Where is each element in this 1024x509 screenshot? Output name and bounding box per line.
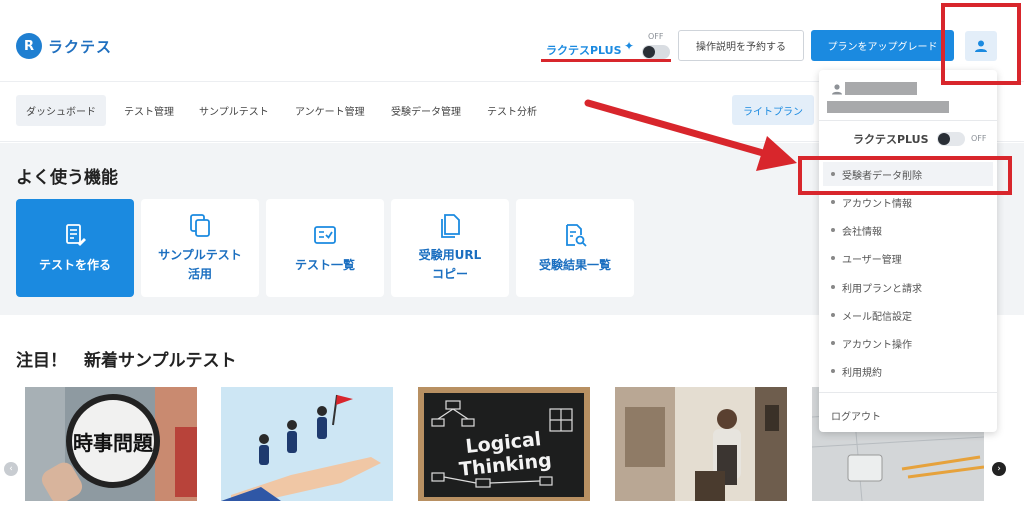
- create-test-label: テストを作る: [38, 257, 111, 272]
- annotation-box-menu-item: [798, 156, 1012, 195]
- magnifier-thumbnail-image: 時事問題: [25, 387, 197, 501]
- bullet-icon: [831, 285, 835, 289]
- nav-dashboard[interactable]: ダッシュボード: [16, 95, 106, 126]
- menu-item-label: 利用プランと請求: [842, 283, 922, 295]
- sample-test-label: サンプルテスト 活用: [158, 248, 242, 281]
- bullet-icon: [831, 200, 835, 204]
- menu-item-label: ユーザー管理: [842, 254, 902, 266]
- bullet-icon: [831, 369, 835, 373]
- menu-item-label: 会社情報: [842, 226, 882, 238]
- menu-item-mail-settings[interactable]: メール配信設定: [823, 303, 993, 327]
- logo-text: ラクテス: [48, 37, 113, 56]
- carousel-next-button[interactable]: ›: [992, 462, 1006, 476]
- dropdown-plus-label: ラクテスPLUS: [853, 133, 929, 146]
- shop-owner-image: [615, 387, 787, 501]
- logo-mark-icon: R: [16, 33, 42, 59]
- menu-item-company-info[interactable]: 会社情報: [823, 218, 993, 242]
- copy-exam-url-card[interactable]: 受験用URL コピー: [391, 199, 509, 297]
- menu-divider: [819, 392, 997, 393]
- sample-test-card[interactable]: サンプルテスト 活用: [141, 199, 259, 297]
- bullet-icon: [831, 313, 835, 317]
- menu-item-label: アカウント操作: [842, 339, 912, 351]
- menu-item-terms[interactable]: 利用規約: [823, 359, 993, 383]
- menu-item-label: メール配信設定: [842, 311, 912, 323]
- exam-results-card[interactable]: 受験結果一覧: [516, 199, 634, 297]
- sample-thumb-logical-thinking[interactable]: Logical Thinking: [418, 387, 590, 501]
- nav-test-management[interactable]: テスト管理: [114, 95, 184, 126]
- test-list-card[interactable]: テスト一覧: [266, 199, 384, 297]
- dropdown-plus-off-label: OFF: [971, 134, 987, 143]
- features-title: よく使う機能: [16, 168, 118, 188]
- sample-thumb-growth[interactable]: [221, 387, 393, 501]
- running-businesspeople-image: [221, 387, 393, 501]
- sample-thumb-current-affairs[interactable]: 時事問題: [25, 387, 197, 501]
- app-logo[interactable]: R ラクテス: [16, 33, 112, 59]
- menu-item-plan-billing[interactable]: 利用プランと請求: [823, 275, 993, 299]
- menu-divider: [819, 120, 997, 121]
- menu-item-label: 利用規約: [842, 367, 882, 379]
- carousel-prev-button[interactable]: ‹: [4, 462, 18, 476]
- chalkboard-image: Logical Thinking: [418, 387, 590, 501]
- menu-item-user-management[interactable]: ユーザー管理: [823, 246, 993, 270]
- create-test-card[interactable]: テストを作る: [16, 199, 134, 297]
- user-icon: [832, 84, 842, 95]
- nav-sample-test[interactable]: サンプルテスト: [189, 95, 279, 126]
- new-samples-title: 注目！ 新着サンプルテスト: [16, 351, 237, 371]
- book-manual-button[interactable]: 操作説明を予約する: [678, 30, 804, 61]
- account-dropdown-menu: ラクテスPLUS OFF 受験者データ削除 アカウント情報 会社情報 ユーザー管…: [819, 70, 997, 432]
- edit-document-icon: [66, 223, 86, 246]
- nav-exam-data-management[interactable]: 受験データ管理: [381, 95, 471, 126]
- menu-item-account-operations[interactable]: アカウント操作: [823, 331, 993, 355]
- checklist-icon: [314, 225, 336, 244]
- exam-results-label: 受験結果一覧: [538, 257, 611, 272]
- redacted-user-email: [827, 101, 949, 113]
- copy-exam-url-label: 受験用URL コピー: [418, 248, 482, 281]
- upgrade-plan-button[interactable]: プランをアップグレード: [811, 30, 954, 61]
- plus-toggle[interactable]: [642, 45, 670, 59]
- logout-link[interactable]: ログアウト: [831, 408, 881, 423]
- sample-thumb-shop-owner[interactable]: [615, 387, 787, 501]
- copy-documents-icon: [190, 214, 210, 238]
- test-list-label: テスト一覧: [294, 257, 355, 272]
- document-search-icon: [566, 223, 587, 247]
- plus-label: ラクテスPLUS: [546, 44, 622, 57]
- nav-test-analysis[interactable]: テスト分析: [477, 95, 547, 126]
- redacted-user-name: [845, 82, 917, 95]
- sparkle-icon: ✦: [624, 39, 635, 53]
- annotation-box-avatar: [941, 3, 1021, 85]
- menu-item-label: アカウント情報: [842, 198, 912, 210]
- nav-survey-management[interactable]: アンケート管理: [285, 95, 375, 126]
- bullet-icon: [831, 228, 835, 232]
- plus-off-label: OFF: [648, 32, 664, 41]
- bullet-icon: [831, 341, 835, 345]
- plan-badge[interactable]: ライトプラン: [732, 95, 814, 125]
- bullet-icon: [831, 256, 835, 260]
- file-copy-icon: [441, 214, 460, 239]
- dropdown-plus-toggle[interactable]: [937, 132, 965, 146]
- annotation-underline: [541, 59, 671, 62]
- thumb-text-current-affairs: 時事問題: [73, 431, 154, 455]
